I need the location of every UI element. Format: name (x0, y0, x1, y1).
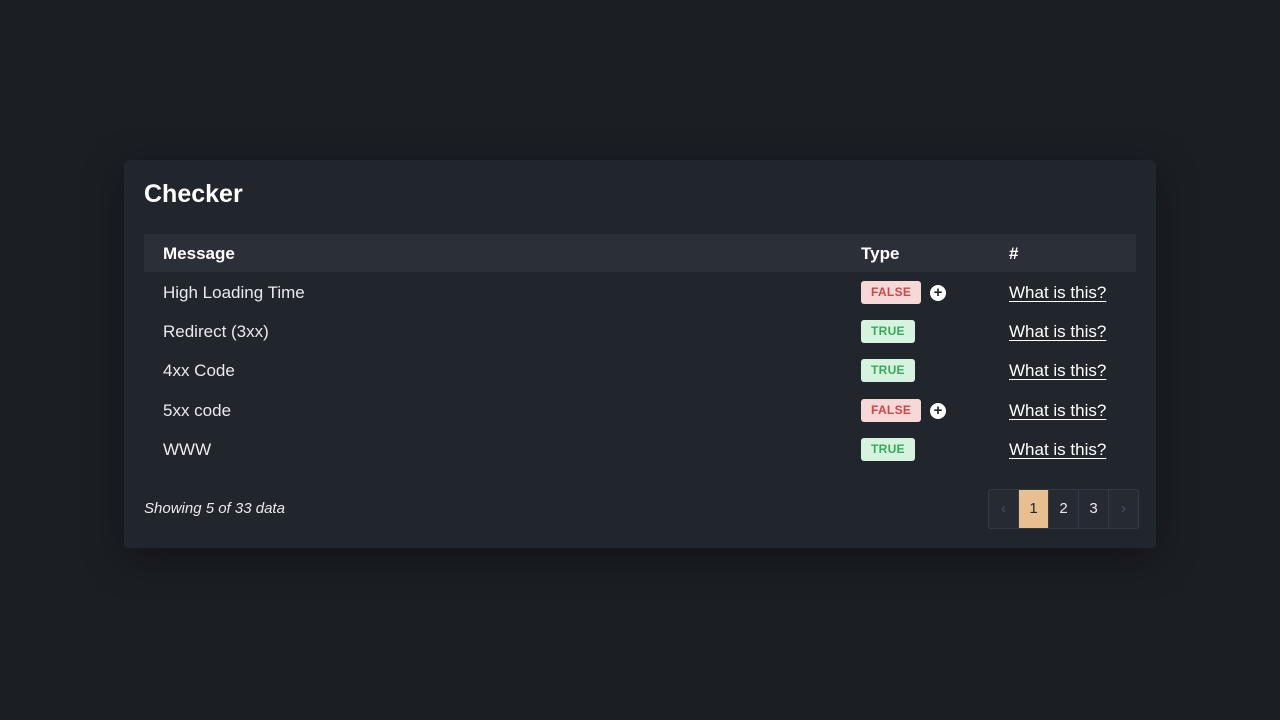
pagination: ‹ 1 2 3 › (988, 489, 1139, 529)
row-message: 5xx code (163, 401, 232, 420)
table-row: WWW TRUE What is this? (144, 430, 1136, 469)
table-row: High Loading Time FALSE + What is this? (144, 273, 1136, 312)
plus-circle-icon[interactable]: + (930, 403, 946, 419)
table-row: 5xx code FALSE + What is this? (144, 391, 1136, 430)
row-message: 4xx Code (163, 361, 235, 380)
status-badge: FALSE (861, 399, 922, 422)
next-page-button[interactable]: › (1109, 490, 1138, 528)
header-message: Message (163, 244, 235, 263)
page-3-button[interactable]: 3 (1079, 490, 1109, 528)
table-row: 4xx Code TRUE What is this? (144, 351, 1136, 390)
prev-page-button[interactable]: ‹ (989, 490, 1019, 528)
header-hash: # (1009, 244, 1019, 263)
what-is-this-link[interactable]: What is this? (1009, 440, 1106, 460)
status-badge: TRUE (861, 320, 915, 343)
checker-card: Checker Message Type # High Loading Time… (124, 160, 1156, 548)
row-message: High Loading Time (163, 283, 305, 302)
status-badge: TRUE (861, 438, 915, 461)
row-message: WWW (163, 440, 212, 459)
status-badge: TRUE (861, 359, 915, 382)
results-summary: Showing 5 of 33 data (144, 500, 285, 517)
what-is-this-link[interactable]: What is this? (1009, 361, 1106, 381)
what-is-this-link[interactable]: What is this? (1009, 283, 1106, 303)
table-row: Redirect (3xx) TRUE What is this? (144, 312, 1136, 351)
status-badge: FALSE (861, 281, 922, 304)
what-is-this-link[interactable]: What is this? (1009, 322, 1106, 342)
header-type: Type (861, 244, 900, 263)
card-title: Checker (144, 180, 243, 208)
row-message: Redirect (3xx) (163, 322, 269, 341)
page-2-button[interactable]: 2 (1049, 490, 1079, 528)
what-is-this-link[interactable]: What is this? (1009, 401, 1106, 421)
plus-circle-icon[interactable]: + (930, 285, 946, 301)
page-1-button[interactable]: 1 (1019, 490, 1049, 528)
table-header: Message Type # (144, 234, 1136, 272)
